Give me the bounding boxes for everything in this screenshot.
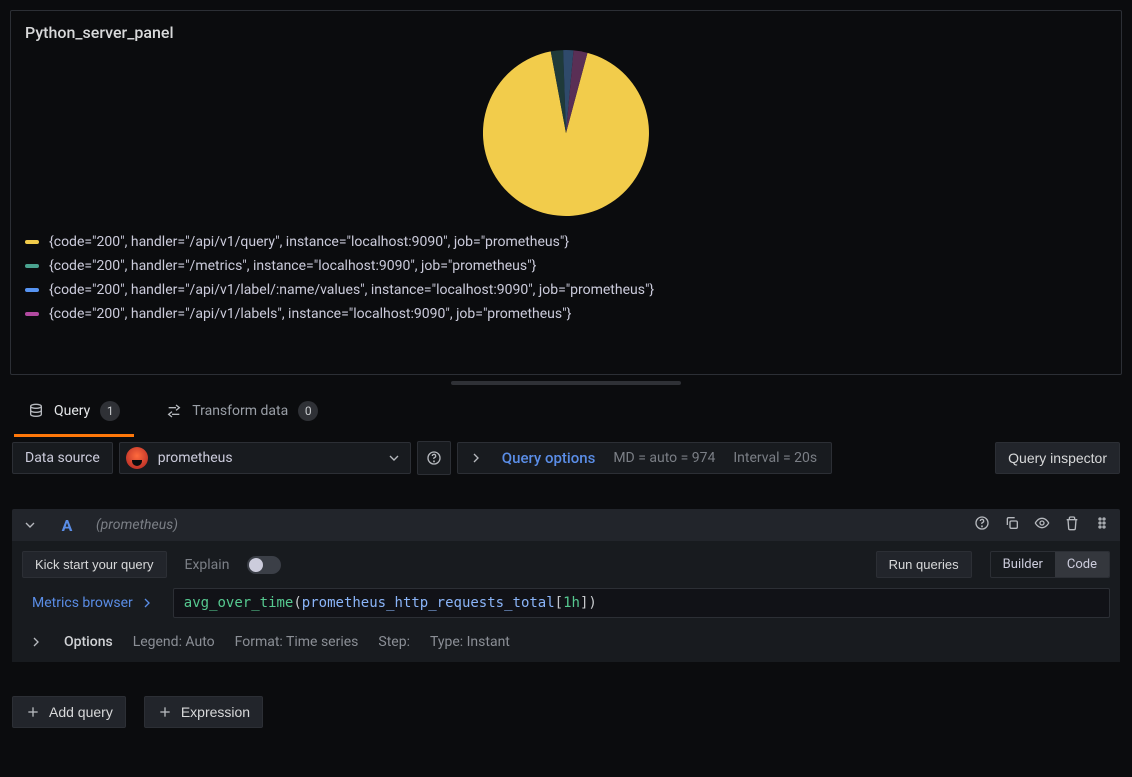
tab-transform[interactable]: Transform data 0 [152,387,332,437]
query-options-row: Options Legend: Auto Format: Time series… [22,628,1110,650]
duplicate-query-button[interactable] [1004,515,1020,535]
mode-segment: Builder Code [990,551,1110,578]
chevron-down-icon [386,450,402,466]
pie-svg [483,50,649,216]
legend-swatch [25,240,39,244]
add-expression-button[interactable]: Expression [144,696,263,728]
plus-icon [25,704,41,720]
query-ref-id: A [52,516,82,535]
grip-icon [1094,515,1110,531]
option-type: Type: Instant [430,634,510,650]
datasource-help-button[interactable] [417,441,451,475]
tabs: Query 1 Transform data 0 [10,387,1122,437]
run-queries-button[interactable]: Run queries [876,551,972,578]
query-inspector-button[interactable]: Query inspector [995,442,1120,474]
chevron-right-icon [139,595,155,611]
help-icon [974,515,990,531]
resize-handle[interactable] [451,381,681,385]
pie-chart [25,50,1107,216]
mode-code[interactable]: Code [1055,552,1109,577]
tab-query[interactable]: Query 1 [14,387,134,437]
legend-list: {code="200", handler="/api/v1/query", in… [25,230,1107,326]
legend-item[interactable]: {code="200", handler="/api/v1/labels", i… [25,302,1107,326]
options-title[interactable]: Options [64,634,113,650]
explain-label: Explain [185,557,230,573]
trash-icon [1064,515,1080,531]
legend-label: {code="200", handler="/api/v1/label/:nam… [49,282,654,298]
plus-icon [157,704,173,720]
query-help-button[interactable] [974,515,990,535]
datasource-label: Data source [12,442,113,474]
query-actions [974,515,1110,535]
footer-actions: Add query Expression [12,696,1120,728]
kick-start-button[interactable]: Kick start your query [22,551,167,578]
explain-toggle[interactable] [247,556,281,574]
legend-item[interactable]: {code="200", handler="/api/v1/query", in… [25,230,1107,254]
prometheus-icon [126,447,148,469]
tab-label: Transform data [192,403,288,419]
option-step: Step: [378,634,410,650]
metrics-browser-label: Metrics browser [32,595,133,611]
drag-handle-button[interactable] [1094,515,1110,535]
legend-swatch [25,264,39,268]
legend-label: {code="200", handler="/api/v1/query", in… [49,234,569,250]
add-expression-label: Expression [181,704,250,720]
datasource-value: prometheus [158,450,233,466]
query-code-input[interactable]: avg_over_time(prometheus_http_requests_t… [173,588,1110,618]
add-query-button[interactable]: Add query [12,696,126,728]
query-row: A (prometheus) Kick start your query Exp… [12,509,1120,662]
code-row: Metrics browser avg_over_time(prometheus… [22,588,1110,618]
transform-icon [166,403,182,419]
legend-item[interactable]: {code="200", handler="/metrics", instanc… [25,254,1107,278]
legend-swatch [25,288,39,292]
add-query-label: Add query [49,704,113,720]
copy-icon [1004,515,1020,531]
tab-count: 0 [298,401,318,421]
toggle-visibility-button[interactable] [1034,515,1050,535]
legend-label: {code="200", handler="/api/v1/labels", i… [49,306,571,322]
mode-builder[interactable]: Builder [991,552,1055,577]
query-toolbar: Kick start your query Explain Run querie… [22,551,1110,578]
query-header: A (prometheus) [12,509,1120,541]
collapse-toggle[interactable] [22,517,38,533]
tab-count: 1 [100,401,120,421]
panel: Python_server_panel {code="200", handler… [10,10,1122,375]
chevron-right-icon[interactable] [28,634,44,650]
legend-label: {code="200", handler="/metrics", instanc… [49,258,536,274]
database-icon [28,403,44,419]
query-options[interactable]: Query options MD = auto = 974 Interval =… [457,442,832,474]
help-icon [426,450,442,466]
tab-label: Query [54,403,90,419]
legend-item[interactable]: {code="200", handler="/api/v1/label/:nam… [25,278,1107,302]
eye-icon [1034,515,1050,531]
option-legend: Legend: Auto [133,634,215,650]
chevron-right-icon [468,450,484,466]
datasource-select[interactable]: prometheus [119,442,411,474]
option-format: Format: Time series [235,634,359,650]
query-options-md: MD = auto = 974 [613,450,715,466]
query-options-label: Query options [502,449,596,467]
metrics-browser-button[interactable]: Metrics browser [22,588,165,618]
query-body: Kick start your query Explain Run querie… [12,541,1120,662]
query-options-interval: Interval = 20s [733,450,817,466]
delete-query-button[interactable] [1064,515,1080,535]
legend-swatch [25,312,39,316]
query-ds-hint: (prometheus) [96,517,178,533]
panel-title: Python_server_panel [25,23,1107,42]
datasource-bar: Data source prometheus Query options MD … [10,441,1122,475]
